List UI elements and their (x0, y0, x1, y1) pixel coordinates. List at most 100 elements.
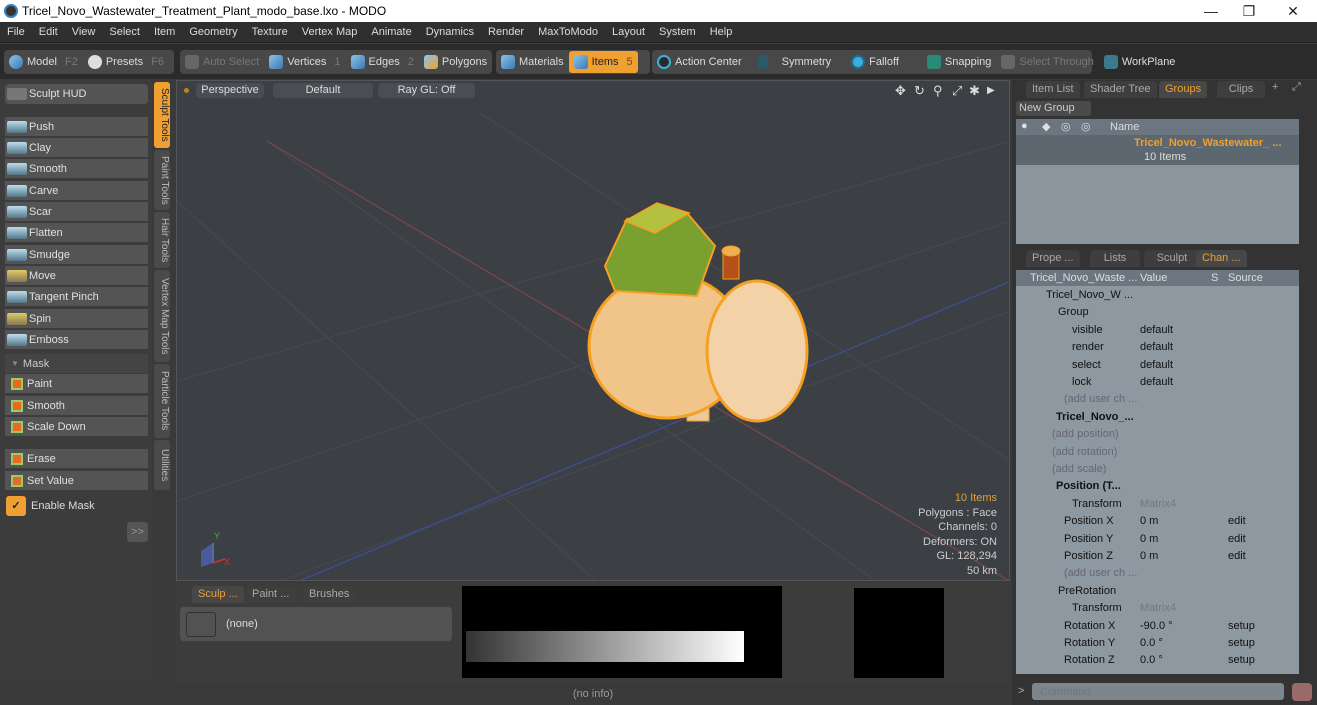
symmetry-button[interactable]: Symmetry (753, 51, 837, 73)
channel-row[interactable]: Tricel_Novo_... (1016, 409, 1299, 426)
vertices-button[interactable]: Vertices 1 (264, 51, 345, 73)
3d-viewport[interactable]: Perspective Default Ray GL: Off ✥ ↻ ⚲ ⤢ … (176, 80, 1010, 581)
channel-row[interactable]: Transform Matrix4 (1016, 600, 1299, 617)
tool-spin[interactable]: Spin (5, 309, 148, 329)
channel-value[interactable]: 0 m (1140, 515, 1158, 527)
channel-value[interactable]: default (1140, 359, 1173, 371)
menu-vertex-map[interactable]: Vertex Map (295, 22, 365, 43)
tab-paint-brushes[interactable]: Paint ... (246, 586, 296, 603)
channel-value[interactable]: 0.0 ° (1140, 654, 1163, 666)
shading-button[interactable]: Default (273, 83, 373, 98)
workplane-button[interactable]: WorkPlane (1099, 51, 1181, 73)
edges-button[interactable]: Edges 2 (346, 51, 419, 73)
tab-sculpt-brushes[interactable]: Sculp ... (192, 586, 244, 603)
menu-animate[interactable]: Animate (364, 22, 418, 43)
tab-sculpt-tools[interactable]: Sculpt Tools (154, 82, 170, 148)
menu-maxtomodo[interactable]: MaxToModo (531, 22, 605, 43)
tool-clay[interactable]: Clay (5, 138, 148, 158)
mask-section-header[interactable]: ▼ Mask (5, 354, 148, 374)
channel-row[interactable]: (add scale) (1016, 461, 1299, 478)
tab-lists[interactable]: Lists (1090, 250, 1140, 267)
wastewater-tank-model[interactable] (587, 202, 809, 423)
channel-row[interactable]: (add position) (1016, 426, 1299, 443)
channel-value[interactable]: Matrix4 (1140, 498, 1176, 510)
tab-sculpt[interactable]: Sculpt (1144, 250, 1200, 267)
menu-item[interactable]: Item (147, 22, 182, 43)
channel-row[interactable]: visible default (1016, 322, 1299, 339)
restore-button[interactable]: ❐ (1234, 2, 1264, 20)
tool-carve[interactable]: Carve (5, 181, 148, 201)
rotate-icon[interactable]: ↻ (914, 83, 925, 99)
channel-value[interactable]: Matrix4 (1140, 602, 1176, 614)
channel-value[interactable]: 0.0 ° (1140, 637, 1163, 649)
materials-button[interactable]: Materials (496, 51, 569, 73)
tab-utilities[interactable]: Utilities (154, 440, 170, 490)
channel-row[interactable]: Rotation Z 0.0 ° setup (1016, 652, 1299, 669)
polygons-button[interactable]: Polygons (419, 51, 492, 73)
menu-layout[interactable]: Layout (605, 22, 652, 43)
record-button[interactable] (1292, 683, 1312, 701)
channel-value[interactable]: default (1140, 341, 1173, 353)
channel-row[interactable]: Rotation Y 0.0 ° setup (1016, 635, 1299, 652)
sculpt-hud-button[interactable]: Sculpt HUD (5, 84, 148, 105)
presets-button[interactable]: Presets F6 (83, 51, 169, 73)
channel-value[interactable]: 0 m (1140, 550, 1158, 562)
channel-row[interactable]: PreRotation (1016, 583, 1299, 600)
auto-select-button[interactable]: Auto Select (180, 51, 264, 73)
menu-view[interactable]: View (65, 22, 103, 43)
channel-value[interactable]: default (1140, 324, 1173, 336)
channel-row[interactable]: select default (1016, 357, 1299, 374)
tool-smudge[interactable]: Smudge (5, 245, 148, 265)
tool-move[interactable]: Move (5, 266, 148, 286)
command-input[interactable] (1032, 683, 1284, 700)
mask-tool-erase[interactable]: Erase (5, 449, 148, 469)
channel-value[interactable]: -90.0 ° (1140, 620, 1173, 632)
channel-row[interactable]: render default (1016, 339, 1299, 356)
tab-hair-tools[interactable]: Hair Tools (154, 212, 170, 268)
channel-row[interactable]: Group (1016, 304, 1299, 321)
menu-select[interactable]: Select (102, 22, 147, 43)
tab-vertex-map-tools[interactable]: Vertex Map Tools (154, 270, 170, 362)
menu-texture[interactable]: Texture (245, 22, 295, 43)
tab-clips[interactable]: Clips (1217, 81, 1265, 98)
channel-row[interactable]: (add user ch ... (1016, 565, 1299, 582)
enable-mask-checkbox[interactable]: ✓ (6, 496, 26, 516)
channel-value[interactable]: default (1140, 376, 1173, 388)
view-type-button[interactable]: Perspective (196, 83, 264, 98)
channel-row[interactable]: Tricel_Novo_W ... (1016, 287, 1299, 304)
menu-help[interactable]: Help (703, 22, 740, 43)
select-through-button[interactable]: Select Through (996, 51, 1098, 73)
model-button[interactable]: Model F2 (4, 51, 83, 73)
tool-scar[interactable]: Scar (5, 202, 148, 222)
tool-flatten[interactable]: Flatten (5, 223, 148, 243)
tool-smooth[interactable]: Smooth (5, 159, 148, 179)
action-center-button[interactable]: Action Center (652, 51, 747, 73)
channel-row[interactable]: lock default (1016, 374, 1299, 391)
close-button[interactable]: ✕ (1278, 2, 1308, 20)
tab-shader-tree[interactable]: Shader Tree (1084, 81, 1157, 98)
pan-icon[interactable]: ✥ (895, 83, 906, 99)
mask-tool-set-value[interactable]: Set Value (5, 471, 148, 491)
channel-value[interactable]: 0 m (1140, 533, 1158, 545)
tool-emboss[interactable]: Emboss (5, 330, 148, 350)
raygl-button[interactable]: Ray GL: Off (378, 83, 475, 98)
items-button[interactable]: Items 5 (568, 51, 638, 73)
channel-row[interactable]: Rotation X -90.0 ° setup (1016, 618, 1299, 635)
tool-push[interactable]: Push (5, 117, 148, 137)
channel-row[interactable]: Position (T... (1016, 478, 1299, 495)
add-tab-icon[interactable]: + (1272, 81, 1278, 93)
channel-row[interactable]: (add rotation) (1016, 444, 1299, 461)
zoom-icon[interactable]: ⚲ (933, 83, 943, 99)
mask-tool-smooth[interactable]: Smooth (5, 396, 148, 416)
menu-file[interactable]: File (0, 22, 32, 43)
group-row[interactable]: Tricel_Novo_Wastewater_ ... 10 Items (1016, 135, 1299, 165)
expand-arrow-icon[interactable]: ▶ (987, 85, 995, 96)
menu-render[interactable]: Render (481, 22, 531, 43)
channel-row[interactable]: Position Z 0 m edit (1016, 548, 1299, 565)
channel-row[interactable]: (add user ch ... (1016, 391, 1299, 408)
menu-system[interactable]: System (652, 22, 703, 43)
tab-item-list[interactable]: Item List (1026, 81, 1080, 98)
maximize-panel-icon[interactable]: ⤢ (1292, 81, 1301, 94)
snapping-button[interactable]: Snapping (922, 51, 997, 73)
gear-icon[interactable]: ✱ (969, 83, 980, 99)
